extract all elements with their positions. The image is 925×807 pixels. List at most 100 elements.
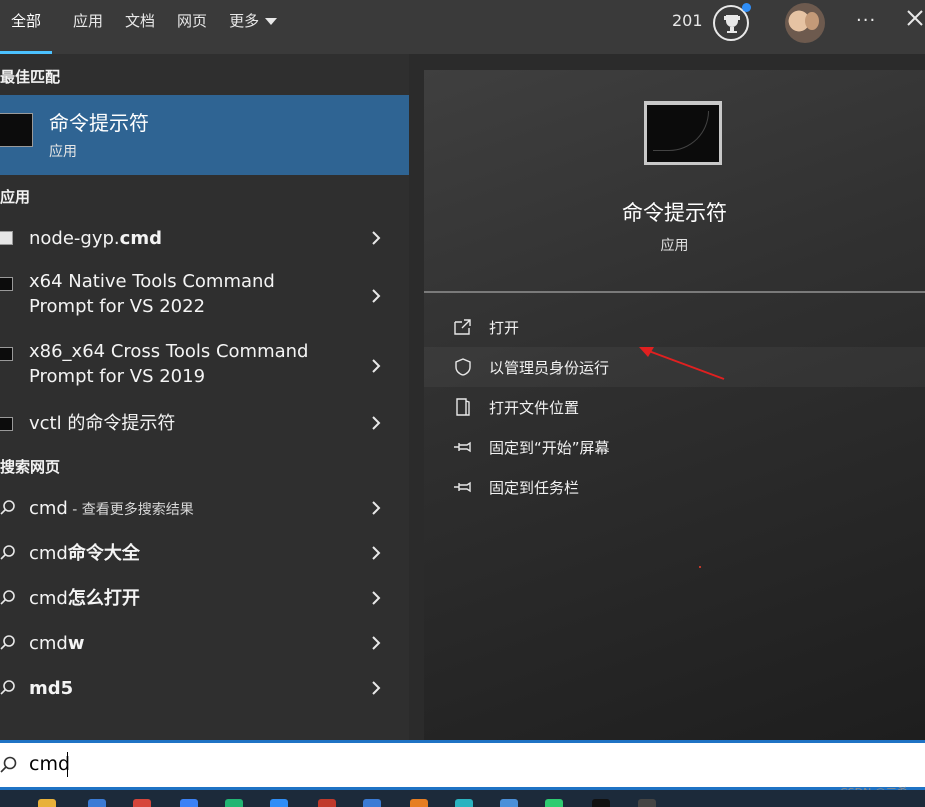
tab-web[interactable]: 网页 <box>166 0 218 54</box>
tab-documents[interactable]: 文档 <box>114 0 166 54</box>
app-icon[interactable] <box>318 799 336 807</box>
annotation-arrow <box>639 347 725 380</box>
app-result-x64-native-tools[interactable]: x64 Native Tools Command Prompt for VS 20… <box>0 269 409 325</box>
app-icon[interactable] <box>88 799 106 807</box>
app-icon[interactable] <box>225 799 243 807</box>
results-pane: 最佳匹配 命令提示符 应用 应用 node-gyp.cmd x64 Native… <box>0 54 409 740</box>
search-icon <box>0 635 15 650</box>
rewards-trophy-icon[interactable] <box>713 3 751 41</box>
tab-all[interactable]: 全部 <box>0 0 53 54</box>
action-label: 固定到“开始”屏幕 <box>489 439 610 457</box>
chevron-right-icon[interactable] <box>369 499 383 517</box>
tiktok-icon[interactable] <box>592 799 610 807</box>
web-result-cmdw[interactable]: cmdw <box>0 629 409 659</box>
best-match-item[interactable]: 命令提示符 应用 <box>0 95 409 175</box>
action-label: 以管理员身份运行 <box>489 359 610 377</box>
search-icon <box>0 545 15 560</box>
section-apps: 应用 <box>0 188 31 206</box>
pin-icon <box>454 481 471 493</box>
open-icon <box>454 319 471 335</box>
chevron-right-icon[interactable] <box>369 544 383 562</box>
app-result-vctl[interactable]: vctl 的命令提示符 <box>0 406 409 442</box>
rewards-points: 201 <box>672 11 703 30</box>
more-options-icon[interactable]: ··· <box>856 10 876 31</box>
app-result-label: x64 Native Tools Command Prompt for VS 20… <box>29 269 275 319</box>
edge-icon[interactable] <box>455 799 473 807</box>
taskbar <box>0 790 925 807</box>
app-result-label: x86_x64 Cross Tools Command Prompt for VS… <box>29 339 308 389</box>
pin-icon <box>454 441 471 453</box>
web-result-label: md5 <box>29 676 73 701</box>
chevron-right-icon[interactable] <box>369 357 383 375</box>
search-icon <box>0 590 15 605</box>
action-pin-to-taskbar[interactable]: 固定到任务栏 <box>424 467 925 507</box>
action-pin-to-start[interactable]: 固定到“开始”屏幕 <box>424 427 925 467</box>
user-avatar[interactable] <box>785 3 825 43</box>
action-open[interactable]: 打开 <box>424 307 925 347</box>
close-icon[interactable] <box>905 8 925 28</box>
app-name-match: cmd <box>119 228 162 249</box>
chevron-right-icon[interactable] <box>369 229 383 247</box>
search-bar[interactable]: cmd <box>0 740 925 790</box>
web-result-md5[interactable]: md5 <box>0 674 409 704</box>
top-bar: 全部 应用 文档 网页 更多 201 ··· <box>0 0 925 54</box>
action-label: 打开 <box>489 319 520 337</box>
action-label: 打开文件位置 <box>489 399 580 417</box>
annotation-dot <box>699 566 701 568</box>
vscode-icon[interactable] <box>270 799 288 807</box>
app-name-line2: Prompt for VS 2022 <box>29 296 206 317</box>
action-open-file-location[interactable]: 打开文件位置 <box>424 387 925 427</box>
web-suggestion: 命令大全 <box>67 543 140 564</box>
search-icon <box>0 500 15 515</box>
tab-apps-label: 应用 <box>73 12 104 30</box>
chrome-icon[interactable] <box>133 799 151 807</box>
app-icon[interactable] <box>180 799 198 807</box>
web-suggestion: 怎么打开 <box>67 588 140 609</box>
app-result-label: node-gyp.cmd <box>29 226 162 251</box>
terminal-screen <box>653 111 709 151</box>
preview-title: 命令提示符 <box>622 201 727 225</box>
node-gyp-icon <box>0 231 13 245</box>
app-name: node-gyp. <box>29 228 120 249</box>
section-web-search: 搜索网页 <box>0 458 61 476</box>
app-icon[interactable] <box>410 799 428 807</box>
trophy-icon <box>724 15 740 33</box>
best-match-subtitle: 应用 <box>49 144 77 160</box>
chevron-right-icon[interactable] <box>369 287 383 305</box>
web-query: cmd <box>29 633 68 654</box>
chevron-right-icon[interactable] <box>369 634 383 652</box>
web-result-label: cmd - 查看更多搜索结果 <box>29 496 194 523</box>
terminal-icon <box>0 277 13 291</box>
chevron-right-icon[interactable] <box>369 589 383 607</box>
web-result-cmd-commands[interactable]: cmd命令大全 <box>0 539 409 569</box>
divider <box>424 291 925 293</box>
tab-more[interactable]: 更多 <box>218 0 288 54</box>
web-query: cmd <box>29 498 68 519</box>
tab-documents-label: 文档 <box>125 12 156 30</box>
web-result-label: cmd怎么打开 <box>29 586 140 611</box>
search-input[interactable]: cmd <box>29 753 70 775</box>
file-explorer-icon[interactable] <box>38 799 56 807</box>
tab-apps[interactable]: 应用 <box>62 0 114 54</box>
shield-icon <box>455 358 471 376</box>
app-name-line1: x86_x64 Cross Tools Command <box>29 341 309 362</box>
app-icon[interactable] <box>500 799 518 807</box>
terminal-icon <box>0 347 13 361</box>
web-query: md5 <box>29 678 74 699</box>
app-icon[interactable] <box>363 799 381 807</box>
app-result-node-gyp[interactable]: node-gyp.cmd <box>0 220 409 256</box>
terminal-icon[interactable] <box>638 799 656 807</box>
search-scope-tabs: 全部 应用 文档 网页 更多 <box>0 0 288 54</box>
action-label: 固定到任务栏 <box>489 479 580 497</box>
web-result-cmd[interactable]: cmd - 查看更多搜索结果 <box>0 494 409 524</box>
folder-icon <box>456 398 470 416</box>
chevron-right-icon[interactable] <box>369 414 383 432</box>
web-result-label: cmd命令大全 <box>29 541 140 566</box>
web-result-label: cmdw <box>29 631 85 656</box>
app-name-line2: Prompt for VS 2019 <box>29 366 206 387</box>
wechat-icon[interactable] <box>545 799 563 807</box>
web-result-cmd-open[interactable]: cmd怎么打开 <box>0 584 409 614</box>
chevron-right-icon[interactable] <box>369 679 383 697</box>
tab-web-label: 网页 <box>177 12 208 30</box>
app-result-x86-x64-cross-tools[interactable]: x86_x64 Cross Tools Command Prompt for VS… <box>0 339 409 395</box>
